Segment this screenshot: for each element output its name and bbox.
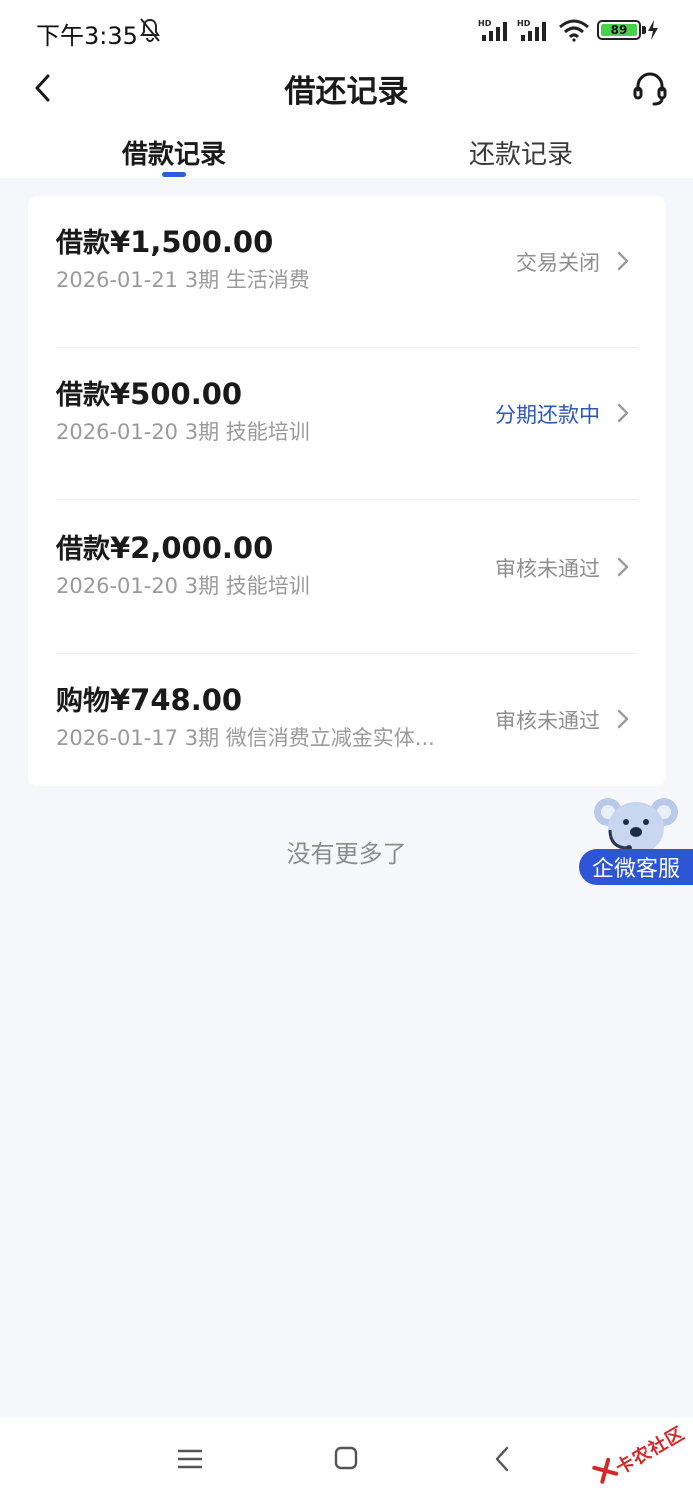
record-term: 3期 [184,420,220,444]
record-purpose: 技能培训 [225,420,310,444]
status-label: 分期还款中 [495,403,600,427]
home-icon[interactable] [334,1446,358,1470]
record-date: 2026-01-20 [56,420,179,444]
record-type: 购物 [56,686,110,717]
system-back-icon[interactable] [494,1446,510,1472]
tab-repayment-records[interactable]: 还款记录 [469,134,573,171]
records-list: 借款¥1,500.00 2026-01-21 3期 生活消费 交易关闭 借款¥5… [28,196,666,786]
koala-mascot-icon[interactable] [592,790,680,856]
chevron-right-icon [617,709,629,729]
record-value: ¥500.00 [110,377,243,411]
list-item[interactable]: 借款¥1,500.00 2026-01-21 3期 生活消费 交易关闭 [28,196,666,348]
status-time: 下午3:35 [36,22,138,50]
tab-indicator [162,172,186,177]
status-label: 审核未通过 [495,709,600,733]
chevron-right-icon [617,251,629,271]
chevron-right-icon [617,403,629,423]
record-amount: 借款¥1,500.00 [56,221,273,260]
charging-icon [648,20,658,40]
status-label: 审核未通过 [495,557,600,581]
record-type: 借款 [56,534,110,565]
record-purpose: 生活消费 [225,268,310,292]
battery-icon: 89 [597,20,641,40]
menu-icon[interactable] [177,1448,203,1470]
signal-icon: HD [478,19,507,41]
record-date: 2026-01-21 [56,268,179,292]
record-value: ¥748.00 [110,683,243,717]
bell-off-icon [140,18,160,42]
chevron-right-icon [617,557,629,577]
record-type: 借款 [56,380,110,411]
record-date: 2026-01-17 [56,726,179,750]
record-amount: 借款¥500.00 [56,373,242,412]
signal-icon: HD [517,19,546,41]
wecom-service-button[interactable]: 企微客服 [579,849,693,885]
record-term: 3期 [184,268,220,292]
record-purpose: 微信消费立减金实体... [225,726,435,750]
status-label: 交易关闭 [516,251,600,275]
svg-text:HD: HD [478,19,492,28]
record-amount: 借款¥2,000.00 [56,527,273,566]
record-meta: 2026-01-17 3期 微信消费立减金实体... [56,722,456,752]
status-bar: 下午3:35 HD HD 89 [0,0,693,60]
watermark-text: 卡农社区 [612,1422,689,1480]
record-value: ¥1,500.00 [110,225,274,259]
battery-level: 89 [601,23,637,37]
record-type: 借款 [56,228,110,259]
record-date: 2026-01-20 [56,574,179,598]
record-term: 3期 [184,574,220,598]
record-meta: 2026-01-20 3期 技能培训 [56,416,456,446]
list-item[interactable]: 借款¥500.00 2026-01-20 3期 技能培训 分期还款中 [28,348,666,500]
record-value: ¥2,000.00 [110,531,274,565]
list-item[interactable]: 借款¥2,000.00 2026-01-20 3期 技能培训 审核未通过 [28,502,666,654]
tab-loan-records[interactable]: 借款记录 [122,134,226,171]
divider [56,499,638,500]
record-meta: 2026-01-20 3期 技能培训 [56,570,456,600]
list-item[interactable]: 购物¥748.00 2026-01-17 3期 微信消费立减金实体... 审核未… [28,654,666,806]
record-purpose: 技能培训 [225,574,310,598]
record-meta: 2026-01-21 3期 生活消费 [56,264,456,294]
headset-icon[interactable] [630,68,670,108]
wifi-icon [559,19,589,42]
page-title: 借还记录 [284,74,409,110]
svg-text:HD: HD [517,19,531,28]
record-term: 3期 [184,726,220,750]
record-amount: 购物¥748.00 [56,679,242,718]
